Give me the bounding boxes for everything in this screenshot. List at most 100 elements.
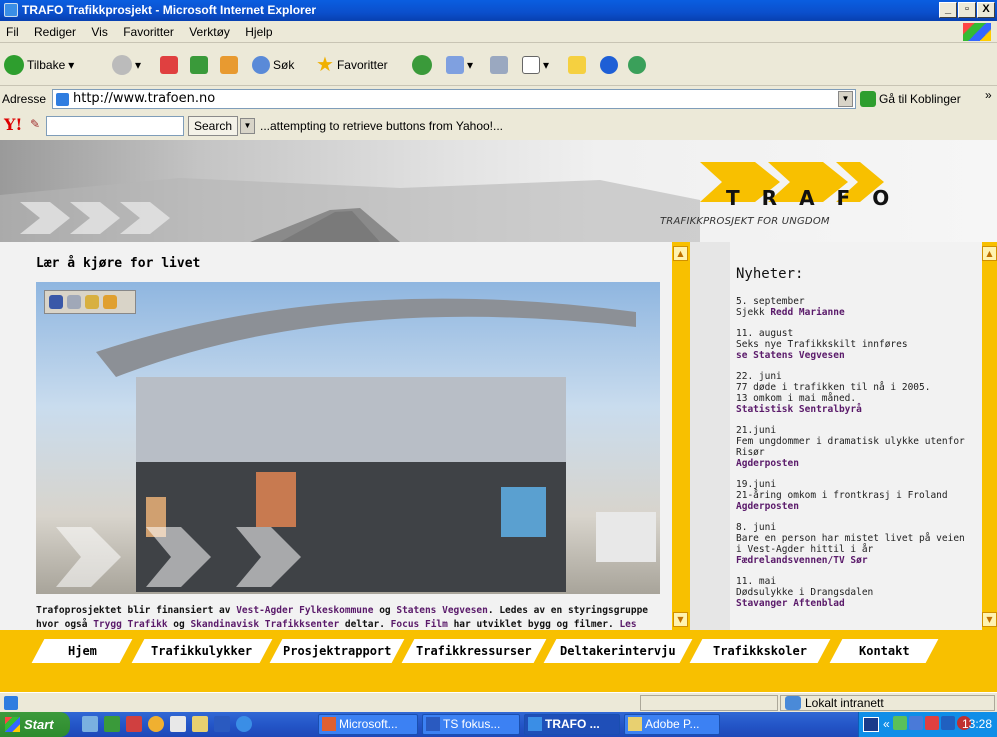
- word-icon: [522, 56, 540, 74]
- ie-icon[interactable]: [236, 716, 252, 732]
- menu-bar: Fil Rediger Vis Favoritter Verktøy Hjelp: [0, 21, 997, 43]
- favorites-button[interactable]: ★ Favoritter: [316, 53, 388, 77]
- menu-tools[interactable]: Verktøy: [189, 25, 230, 39]
- news-scrollbar[interactable]: ▲ ▼: [982, 242, 997, 630]
- link-statens-vegvesen[interactable]: Statens Vegvesen: [396, 605, 488, 616]
- news-list: 5. september Sjekk Redd Marianne 11. augu…: [736, 296, 976, 619]
- nav-trafikkulykker[interactable]: Trafikkulykker: [131, 639, 273, 663]
- news-link[interactable]: se Statens Vegvesen: [736, 350, 976, 361]
- links-chevron[interactable]: »: [985, 88, 992, 102]
- mail-icon[interactable]: [85, 295, 99, 309]
- news-item: 11. mai Dødsulykke i Drangsdalen Stavanger…: [736, 576, 976, 609]
- link-focus-film[interactable]: Focus Film: [391, 619, 448, 630]
- link-vest-agder[interactable]: Vest-Agder Fylkeskommune: [236, 605, 373, 616]
- task-ts-fokus[interactable]: TS fokus...: [422, 714, 520, 735]
- yahoo-search-button[interactable]: Search: [188, 116, 238, 136]
- back-arrow-icon: [4, 55, 24, 75]
- yahoo-logo-icon[interactable]: Y!: [4, 115, 22, 134]
- history-button[interactable]: [412, 53, 432, 77]
- home-button[interactable]: [220, 53, 238, 77]
- save-icon[interactable]: [49, 295, 63, 309]
- network-icon[interactable]: [893, 716, 907, 730]
- go-button[interactable]: Gå til: [860, 91, 907, 107]
- notepad-icon[interactable]: [170, 716, 186, 732]
- folder-button[interactable]: [568, 53, 586, 77]
- main-scrollbar[interactable]: ▲ ▼: [672, 242, 690, 630]
- menu-favorites[interactable]: Favoritter: [123, 25, 174, 39]
- powerpoint-icon[interactable]: [126, 716, 142, 732]
- bluetooth-icon[interactable]: [909, 716, 923, 730]
- menu-edit[interactable]: Rediger: [34, 25, 76, 39]
- chevron-down-icon: ▾: [68, 58, 75, 72]
- word-icon[interactable]: [214, 716, 230, 732]
- address-dropdown[interactable]: ▼: [838, 91, 853, 107]
- menu-help[interactable]: Hjelp: [245, 25, 272, 39]
- link-trygg-trafikk[interactable]: Trygg Trafikk: [93, 619, 167, 630]
- maximize-button[interactable]: ▫: [958, 2, 976, 18]
- news-link[interactable]: Redd Marianne: [770, 307, 844, 318]
- task-trafo[interactable]: TRAFO ...: [524, 714, 620, 735]
- yahoo-dropdown[interactable]: ▼: [240, 118, 255, 134]
- scroll-down-button[interactable]: ▼: [982, 612, 997, 627]
- outlook-icon[interactable]: [148, 716, 164, 732]
- tray-expand[interactable]: «: [883, 712, 890, 737]
- folder-icon[interactable]: [103, 295, 117, 309]
- print-icon[interactable]: [67, 295, 81, 309]
- address-input[interactable]: http://www.trafoen.no: [52, 89, 856, 109]
- word-button[interactable]: ▾: [522, 53, 549, 77]
- refresh-button[interactable]: [190, 53, 208, 77]
- forward-button[interactable]: ▾: [112, 53, 141, 77]
- news-link[interactable]: Stavanger Aftenblad: [736, 598, 976, 609]
- nav-prosjektrapport[interactable]: Prosjektrapport: [269, 639, 405, 663]
- print-button[interactable]: [490, 53, 508, 77]
- quicklaunch-icon[interactable]: [82, 716, 98, 732]
- links-label[interactable]: Koblinger: [910, 92, 961, 106]
- news-link[interactable]: Fædrelandsvennen/TV Sør: [736, 555, 976, 566]
- yahoo-search-input[interactable]: [46, 116, 184, 136]
- news-item: 19.juni 21-åring omkom i frontkrasj i Fro…: [736, 479, 976, 512]
- scroll-up-button[interactable]: ▲: [673, 246, 688, 261]
- minimize-button[interactable]: _: [939, 2, 957, 18]
- nav-trafikkressurser[interactable]: Trafikkressurser: [401, 639, 547, 663]
- mail-icon: [446, 56, 464, 74]
- yahoo-status: ...attempting to retrieve buttons from Y…: [260, 119, 504, 133]
- news-link[interactable]: Statistisk Sentralbyrå: [736, 404, 976, 415]
- messenger-button[interactable]: [628, 53, 646, 77]
- chevron-down-icon: ▾: [543, 58, 550, 72]
- title-bar: TRAFO Trafikkprosjekt - Microsoft Intern…: [0, 0, 997, 21]
- excel-icon[interactable]: [104, 716, 120, 732]
- display-icon[interactable]: [941, 716, 955, 730]
- language-icon[interactable]: [863, 717, 879, 732]
- task-adobe[interactable]: Adobe P...: [624, 714, 720, 735]
- news-link[interactable]: Agderposten: [736, 458, 976, 469]
- menu-view[interactable]: Vis: [91, 25, 107, 39]
- news-item: 8. juni Bare en person har mistet livet p…: [736, 522, 976, 566]
- nav-deltakerintervju[interactable]: Deltakerintervju: [543, 639, 693, 663]
- main-panel: Lær å kjøre for livet Trafoprosjektet bl…: [0, 242, 672, 630]
- search-button[interactable]: Søk: [252, 53, 294, 77]
- link-skandinavisk[interactable]: Skandinavisk Trafikksenter: [190, 619, 339, 630]
- pencil-icon[interactable]: ✎: [30, 117, 40, 131]
- stop-icon: [160, 56, 178, 74]
- menu-file[interactable]: Fil: [6, 25, 19, 39]
- nav-kontakt[interactable]: Kontakt: [829, 639, 939, 663]
- nav-trafikkskoler[interactable]: Trafikkskoler: [689, 639, 831, 663]
- news-link[interactable]: Agderposten: [736, 501, 976, 512]
- trafo-logo[interactable]: T R A F O: [726, 186, 889, 210]
- scroll-down-button[interactable]: ▼: [673, 612, 688, 627]
- nav-home[interactable]: Hjem: [31, 639, 133, 663]
- close-button[interactable]: X: [977, 2, 995, 18]
- back-button[interactable]: Tilbake ▾: [4, 53, 74, 77]
- intranet-icon: [785, 696, 801, 710]
- logo-letter: R: [761, 186, 778, 210]
- mail-button[interactable]: ▾: [446, 53, 473, 77]
- bluetooth-button[interactable]: [600, 53, 618, 77]
- scroll-up-button[interactable]: ▲: [982, 246, 997, 261]
- stop-button[interactable]: [160, 53, 178, 77]
- security-icon[interactable]: [925, 716, 939, 730]
- acrobat-icon[interactable]: [192, 716, 208, 732]
- search-icon: [252, 56, 270, 74]
- address-label: Adresse: [2, 92, 47, 106]
- start-button[interactable]: Start: [0, 712, 70, 737]
- task-microsoft[interactable]: Microsoft...: [318, 714, 418, 735]
